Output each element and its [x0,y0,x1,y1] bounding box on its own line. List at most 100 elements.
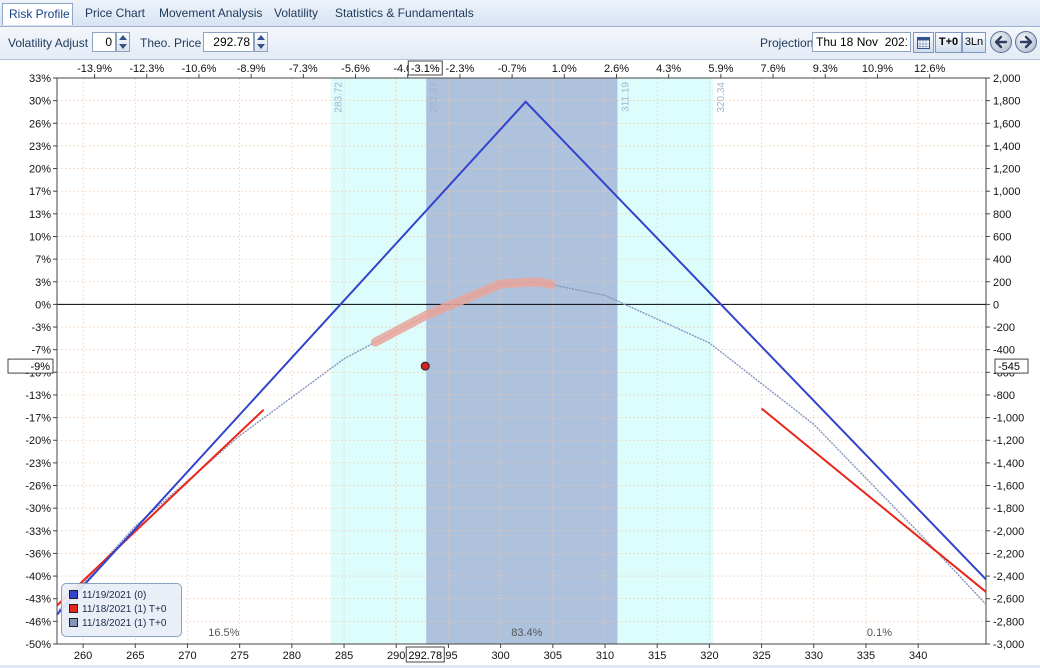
left-axis-tick-label: 30% [29,96,51,108]
x-axis-tick-label: 305 [544,650,562,662]
inner-probability-band [426,78,618,644]
legend-item: 11/18/2021 (1) T+0 [69,618,166,630]
left-axis-tick-label: 3% [35,277,51,289]
theo-price-stepper[interactable] [254,32,268,52]
volatility-adjust-label: Volatility Adjust [8,36,89,50]
left-axis-tick-label: -46% [25,616,51,628]
right-axis-tick-label: 600 [993,231,1011,243]
left-axis-tick-label: -43% [25,594,51,606]
right-axis-tick-label: -1,600 [993,481,1024,493]
left-axis-tick-label: 0% [35,299,51,311]
right-axis-tick-label: -2,000 [993,526,1024,538]
left-axis-tick-label: -36% [25,548,51,560]
x-axis-tick-label: 330 [805,650,823,662]
x-axis-tick-label: 315 [648,650,666,662]
right-axis-tick-label: 2,000 [993,73,1021,85]
tab-movement-analysis[interactable]: Movement Analysis [153,3,262,25]
band-edge-label: 320.34 [716,82,727,113]
legend-item: 11/18/2021 (1) T+0 [69,604,166,616]
top-axis-tick-label: -13.9% [77,63,112,75]
top-axis-tick-label: -0.7% [498,63,527,75]
x-axis-tick-label: 260 [74,650,92,662]
left-axis-tick-label: -7% [31,345,51,357]
left-highlight-label: -9% [30,361,50,373]
right-axis-tick-label: -2,800 [993,616,1024,628]
legend-item: 11/19/2021 (0) [69,590,146,602]
tab-risk-profile[interactable]: Risk Profile [2,3,73,25]
right-axis-tick-label: -800 [993,390,1015,402]
x-axis-tick-label: 325 [752,650,770,662]
left-axis-tick-label: 20% [29,164,51,176]
left-axis-tick-label: -20% [25,435,51,447]
x-axis-tick-label: 320 [700,650,718,662]
legend-label: 11/19/2021 (0) [82,590,147,601]
top-axis-tick-label: 2.6% [604,63,629,75]
left-axis-tick-label: -40% [25,571,51,583]
top-axis-tick-label: 5.9% [708,63,733,75]
projection-date-input[interactable] [812,32,911,52]
band-edge-label: 311.19 [620,82,631,112]
left-axis-tick-label: 26% [29,118,51,130]
spin-up-icon [257,35,265,40]
top-axis-tick-label: 7.6% [761,63,786,75]
left-axis-tick-label: -50% [25,639,51,651]
right-axis-tick-label: 1,400 [993,141,1021,153]
top-axis-tick-label: -12.3% [129,63,164,75]
left-axis-tick-label: -13% [25,390,51,402]
volatility-adjust-input[interactable] [92,32,116,52]
left-axis-tick-label: -17% [25,413,51,425]
t0-button[interactable]: T+0 [935,32,962,53]
left-axis-tick-label: 10% [29,231,51,243]
left-axis-tick-label: 7% [35,254,51,266]
left-axis-tick-label: 23% [29,141,51,153]
left-axis-tick-label: -3% [31,322,51,334]
x-axis-tick-label: 290 [387,650,405,662]
right-axis-tick-label: 200 [993,277,1011,289]
right-axis-tick-label: -200 [993,322,1015,334]
top-axis-tick-label: 1.0% [552,63,577,75]
right-axis-tick-label: 0 [993,299,999,311]
left-axis-tick-label: 33% [29,73,51,85]
current-position-marker [420,361,430,371]
chart-canvas: 283.72 292.87 311.19 320.34 260 265 270 275 280… [7,60,1029,663]
tab-price-chart[interactable]: Price Chart [79,3,149,25]
spin-down-icon [119,44,127,49]
x-axis-tick-label: 275 [230,650,248,662]
tab-volatility[interactable]: Volatility [268,3,324,25]
ln-button[interactable]: 3Ln [962,32,986,53]
x-axis-tick-label: 270 [178,650,196,662]
middle-probability-label: 83.4% [511,627,542,639]
back-arrow-icon[interactable] [990,31,1012,53]
right-axis-tick-label: 1,000 [993,186,1021,198]
right-highlight-label: -545 [998,361,1020,373]
theo-price-input[interactable] [203,32,254,52]
left-axis-tick-label: 17% [29,186,51,198]
right-axis-tick-label: 400 [993,254,1011,266]
legend-swatch [69,590,78,599]
right-axis-tick-label: -1,800 [993,503,1024,515]
top-axis-tick-label: 10.9% [862,63,893,75]
left-axis-tick-label: -26% [25,481,51,493]
top-axis-tick-label: -7.3% [289,63,318,75]
top-axis-tick-label: 9.3% [813,63,838,75]
right-axis-tick-label: 800 [993,209,1011,221]
calendar-icon[interactable] [913,32,934,53]
x-axis-tick-label: 265 [126,650,144,662]
right-axis-tick-label: 1,800 [993,96,1021,108]
right-probability-label: 0.1% [867,627,892,639]
theo-price-label: Theo. Price [140,36,202,50]
tab-statistics-fundamentals[interactable]: Statistics & Fundamentals [329,3,474,25]
x-axis-tick-label: 310 [596,650,614,662]
top-axis-tick-label: -2.3% [446,63,475,75]
legend-label: 11/18/2021 (1) T+0 [82,618,167,629]
right-axis-tick-label: -2,600 [993,594,1024,606]
left-axis-tick-label: -30% [25,503,51,515]
right-axis-tick-label: -400 [993,345,1015,357]
forward-arrow-icon[interactable] [1015,31,1037,53]
legend-swatch [69,618,78,627]
right-axis-tick-label: -1,000 [993,413,1024,425]
band-edge-label: 283.72 [334,82,345,113]
right-axis-tick-label: 1,600 [993,118,1021,130]
left-probability-label: 16.5% [208,627,239,639]
volatility-adjust-stepper[interactable] [116,32,130,52]
